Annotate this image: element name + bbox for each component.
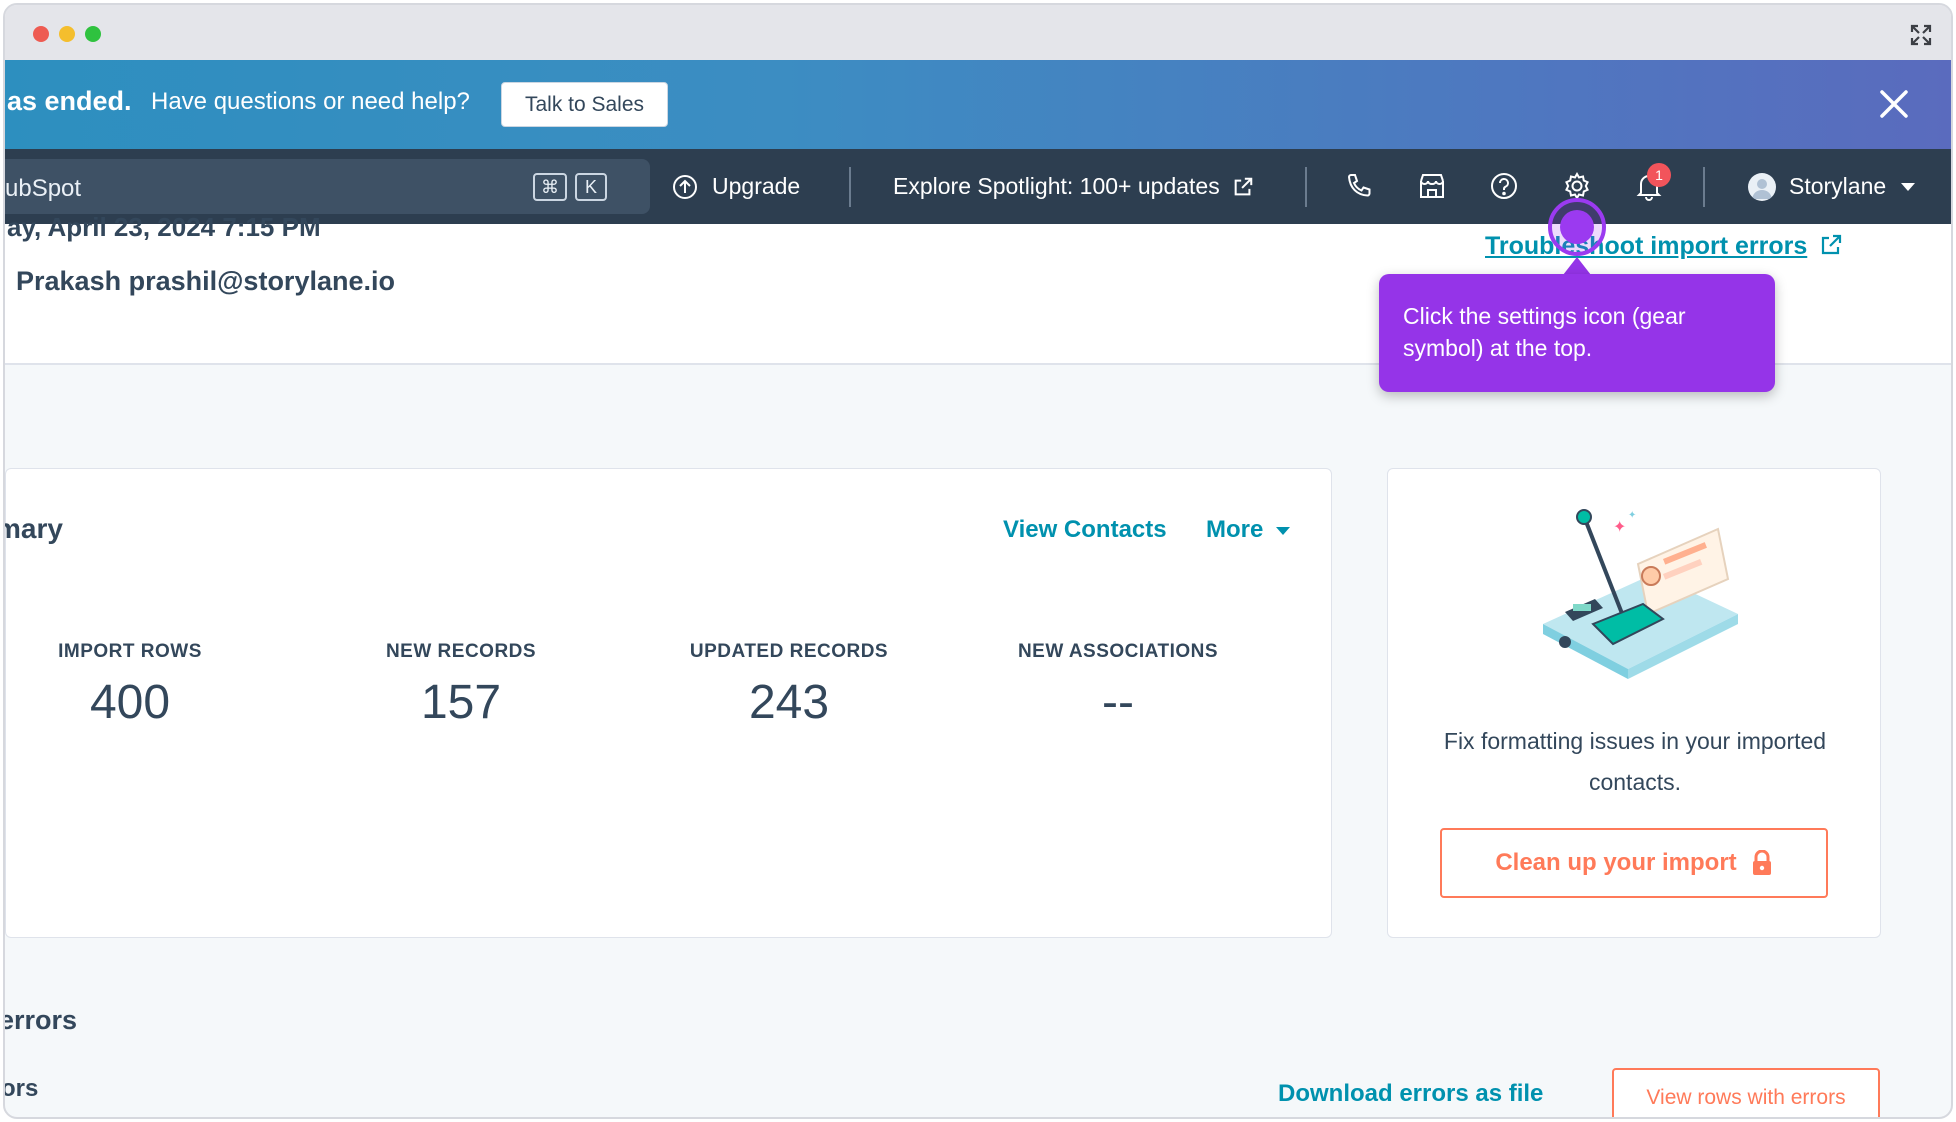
minimize-window-button[interactable]: [59, 26, 75, 42]
cleanup-description: Fix formatting issues in your imported c…: [1443, 728, 1827, 795]
import-user: Prakash prashil@storylane.io: [16, 266, 395, 296]
tooltip-arrow: [1563, 257, 1591, 275]
import-date: ay, April 23, 2024 7:15 PM: [7, 212, 321, 242]
trial-banner: as ended. Have questions or need help? T…: [5, 60, 1951, 149]
more-dropdown[interactable]: More: [1206, 516, 1263, 544]
errors-section-title: errors: [3, 1005, 78, 1035]
maximize-window-button[interactable]: [85, 26, 101, 42]
cleanup-card: ✦ ✦ Fix formatting issues in your import…: [1387, 468, 1881, 938]
clean-up-import-button[interactable]: Clean up your import: [1440, 828, 1828, 898]
external-link-icon: [1234, 177, 1252, 195]
stat-value: 400: [89, 676, 171, 729]
summary-title: mary: [5, 513, 63, 544]
marketplace-icon[interactable]: [1415, 169, 1449, 203]
help-icon[interactable]: [1487, 169, 1521, 203]
upgrade-label: Upgrade: [712, 173, 801, 199]
stat-updated-records: UPDATED RECORDS 243: [659, 641, 919, 730]
upgrade-button[interactable]: Upgrade: [672, 149, 800, 224]
stat-value: 157: [420, 676, 502, 729]
shortcut-k-key: K: [575, 173, 607, 201]
nav-divider: [849, 167, 851, 207]
window-titlebar: [5, 5, 1951, 60]
shortcut-cmd-key: ⌘: [533, 173, 567, 201]
stat-label: NEW RECORDS: [385, 641, 537, 662]
browser-window: as ended. Have questions or need help? T…: [3, 3, 1953, 1119]
lock-icon: [1752, 850, 1771, 875]
stat-value: --: [1102, 676, 1134, 729]
view-contacts-link[interactable]: View Contacts: [1003, 516, 1167, 544]
stat-label: IMPORT ROWS: [58, 641, 202, 662]
nav-divider: [1305, 167, 1307, 207]
user-icon: [1752, 179, 1772, 199]
stat-new-records: NEW RECORDS 157: [331, 641, 591, 730]
troubleshoot-import-errors-link[interactable]: Troubleshoot import errors: [1485, 232, 1807, 261]
svg-text:✦: ✦: [1613, 519, 1626, 536]
stat-value: 243: [748, 676, 830, 729]
stat-import-rows: IMPORT ROWS 400: [5, 641, 260, 730]
nav-divider: [1703, 167, 1705, 207]
import-summary-card: mary View Contacts More IMPORT ROWS 400 …: [5, 468, 1332, 938]
stat-new-associations: NEW ASSOCIATIONS --: [988, 641, 1248, 730]
errors-subtitle: ors: [3, 1075, 39, 1102]
tour-hotspot-core[interactable]: [1560, 210, 1594, 244]
tour-tooltip: Click the settings icon (gear symbol) at…: [1379, 274, 1775, 392]
close-window-button[interactable]: [33, 26, 49, 42]
tooltip-text: Click the settings icon (gear symbol) at…: [1403, 303, 1686, 361]
explore-spotlight-link[interactable]: Explore Spotlight: 100+ updates: [893, 149, 1254, 224]
banner-text: Have questions or need help?: [151, 88, 470, 115]
account-menu[interactable]: Storylane: [1789, 149, 1916, 224]
avatar: [1748, 173, 1776, 201]
notification-badge: 1: [1647, 163, 1671, 187]
upgrade-icon: [673, 174, 697, 199]
view-rows-with-errors-button[interactable]: View rows with errors: [1612, 1068, 1880, 1117]
stat-label: UPDATED RECORDS: [689, 641, 889, 662]
search-input[interactable]: ubSpot: [5, 175, 81, 203]
download-errors-link[interactable]: Download errors as file: [1278, 1080, 1543, 1108]
chevron-down-icon: [1276, 527, 1290, 535]
stat-label: NEW ASSOCIATIONS: [1017, 641, 1219, 662]
expand-icon[interactable]: [1909, 23, 1933, 47]
phone-icon[interactable]: [1342, 169, 1376, 203]
banner-strong-text: as ended.: [7, 86, 132, 116]
account-name: Storylane: [1789, 173, 1887, 199]
global-search[interactable]: ubSpot ⌘ K: [5, 159, 650, 214]
clean-up-import-label: Clean up your import: [1495, 849, 1737, 876]
chevron-down-icon: [1901, 182, 1916, 191]
cleanup-illustration-icon: ✦ ✦: [1543, 509, 1738, 679]
svg-text:✦: ✦: [1628, 510, 1636, 521]
close-icon[interactable]: [1877, 87, 1911, 121]
talk-to-sales-button[interactable]: Talk to Sales: [501, 82, 668, 127]
external-link-icon: [1821, 234, 1842, 255]
spotlight-label: Explore Spotlight: 100+ updates: [893, 173, 1220, 199]
